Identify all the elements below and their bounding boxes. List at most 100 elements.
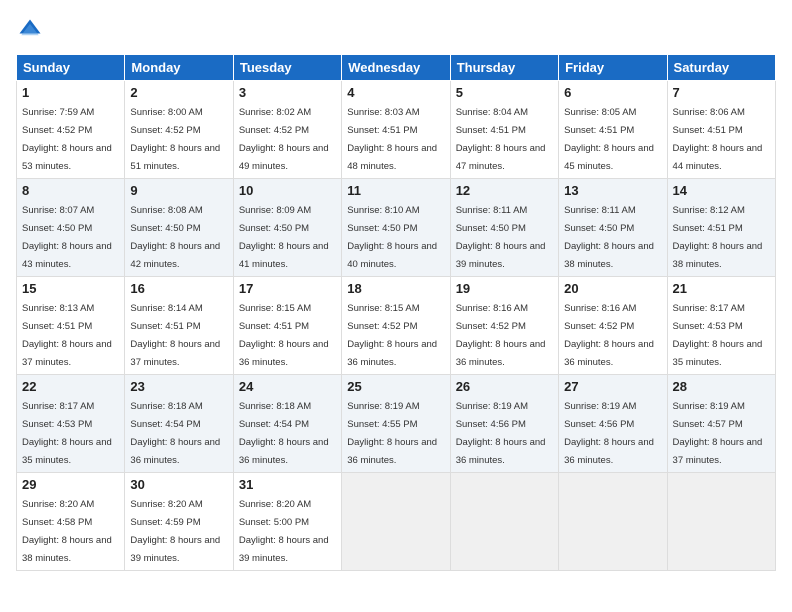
header-monday: Monday [125,55,233,81]
table-row [450,473,558,571]
day-number: 4 [347,85,444,100]
day-number: 14 [673,183,770,198]
header-tuesday: Tuesday [233,55,341,81]
table-row: 16 Sunrise: 8:14 AMSunset: 4:51 PMDaylig… [125,277,233,375]
table-row: 8 Sunrise: 8:07 AMSunset: 4:50 PMDayligh… [17,179,125,277]
header [16,16,776,44]
header-saturday: Saturday [667,55,775,81]
table-row: 21 Sunrise: 8:17 AMSunset: 4:53 PMDaylig… [667,277,775,375]
day-detail: Sunrise: 8:13 AMSunset: 4:51 PMDaylight:… [22,303,112,368]
logo [16,16,48,44]
table-row: 23 Sunrise: 8:18 AMSunset: 4:54 PMDaylig… [125,375,233,473]
table-row: 30 Sunrise: 8:20 AMSunset: 4:59 PMDaylig… [125,473,233,571]
table-row: 13 Sunrise: 8:11 AMSunset: 4:50 PMDaylig… [559,179,667,277]
day-number: 24 [239,379,336,394]
table-row: 10 Sunrise: 8:09 AMSunset: 4:50 PMDaylig… [233,179,341,277]
day-number: 27 [564,379,661,394]
day-number: 10 [239,183,336,198]
day-number: 19 [456,281,553,296]
table-row: 4 Sunrise: 8:03 AMSunset: 4:51 PMDayligh… [342,81,450,179]
day-detail: Sunrise: 8:08 AMSunset: 4:50 PMDaylight:… [130,205,220,270]
day-detail: Sunrise: 8:19 AMSunset: 4:55 PMDaylight:… [347,401,437,466]
day-number: 12 [456,183,553,198]
day-number: 17 [239,281,336,296]
day-detail: Sunrise: 8:19 AMSunset: 4:57 PMDaylight:… [673,401,763,466]
table-row: 20 Sunrise: 8:16 AMSunset: 4:52 PMDaylig… [559,277,667,375]
day-detail: Sunrise: 8:20 AMSunset: 4:58 PMDaylight:… [22,499,112,564]
day-number: 3 [239,85,336,100]
calendar-table: Sunday Monday Tuesday Wednesday Thursday… [16,54,776,571]
day-detail: Sunrise: 8:06 AMSunset: 4:51 PMDaylight:… [673,107,763,172]
day-number: 6 [564,85,661,100]
table-row: 5 Sunrise: 8:04 AMSunset: 4:51 PMDayligh… [450,81,558,179]
day-detail: Sunrise: 8:02 AMSunset: 4:52 PMDaylight:… [239,107,329,172]
day-detail: Sunrise: 8:20 AMSunset: 5:00 PMDaylight:… [239,499,329,564]
header-wednesday: Wednesday [342,55,450,81]
day-number: 23 [130,379,227,394]
day-detail: Sunrise: 8:11 AMSunset: 4:50 PMDaylight:… [456,205,546,270]
day-number: 18 [347,281,444,296]
day-number: 21 [673,281,770,296]
day-number: 8 [22,183,119,198]
day-number: 9 [130,183,227,198]
day-detail: Sunrise: 8:14 AMSunset: 4:51 PMDaylight:… [130,303,220,368]
day-number: 28 [673,379,770,394]
day-detail: Sunrise: 8:19 AMSunset: 4:56 PMDaylight:… [456,401,546,466]
day-detail: Sunrise: 8:20 AMSunset: 4:59 PMDaylight:… [130,499,220,564]
day-number: 5 [456,85,553,100]
day-number: 22 [22,379,119,394]
day-detail: Sunrise: 8:19 AMSunset: 4:56 PMDaylight:… [564,401,654,466]
table-row: 15 Sunrise: 8:13 AMSunset: 4:51 PMDaylig… [17,277,125,375]
day-number: 30 [130,477,227,492]
day-detail: Sunrise: 8:00 AMSunset: 4:52 PMDaylight:… [130,107,220,172]
day-number: 7 [673,85,770,100]
day-number: 1 [22,85,119,100]
day-detail: Sunrise: 8:17 AMSunset: 4:53 PMDaylight:… [22,401,112,466]
table-row: 24 Sunrise: 8:18 AMSunset: 4:54 PMDaylig… [233,375,341,473]
day-detail: Sunrise: 8:17 AMSunset: 4:53 PMDaylight:… [673,303,763,368]
day-number: 2 [130,85,227,100]
table-row: 3 Sunrise: 8:02 AMSunset: 4:52 PMDayligh… [233,81,341,179]
table-row: 1 Sunrise: 7:59 AMSunset: 4:52 PMDayligh… [17,81,125,179]
day-number: 15 [22,281,119,296]
day-detail: Sunrise: 8:07 AMSunset: 4:50 PMDaylight:… [22,205,112,270]
day-number: 31 [239,477,336,492]
table-row: 25 Sunrise: 8:19 AMSunset: 4:55 PMDaylig… [342,375,450,473]
table-row: 9 Sunrise: 8:08 AMSunset: 4:50 PMDayligh… [125,179,233,277]
table-row: 31 Sunrise: 8:20 AMSunset: 5:00 PMDaylig… [233,473,341,571]
day-number: 29 [22,477,119,492]
table-row: 27 Sunrise: 8:19 AMSunset: 4:56 PMDaylig… [559,375,667,473]
header-sunday: Sunday [17,55,125,81]
table-row: 22 Sunrise: 8:17 AMSunset: 4:53 PMDaylig… [17,375,125,473]
day-number: 20 [564,281,661,296]
day-number: 11 [347,183,444,198]
day-detail: Sunrise: 8:03 AMSunset: 4:51 PMDaylight:… [347,107,437,172]
day-detail: Sunrise: 8:09 AMSunset: 4:50 PMDaylight:… [239,205,329,270]
table-row [667,473,775,571]
day-detail: Sunrise: 8:15 AMSunset: 4:51 PMDaylight:… [239,303,329,368]
table-row: 7 Sunrise: 8:06 AMSunset: 4:51 PMDayligh… [667,81,775,179]
table-row: 28 Sunrise: 8:19 AMSunset: 4:57 PMDaylig… [667,375,775,473]
day-detail: Sunrise: 8:11 AMSunset: 4:50 PMDaylight:… [564,205,654,270]
day-number: 25 [347,379,444,394]
day-number: 26 [456,379,553,394]
day-number: 16 [130,281,227,296]
logo-icon [16,16,44,44]
table-row: 18 Sunrise: 8:15 AMSunset: 4:52 PMDaylig… [342,277,450,375]
day-detail: Sunrise: 8:10 AMSunset: 4:50 PMDaylight:… [347,205,437,270]
table-row: 17 Sunrise: 8:15 AMSunset: 4:51 PMDaylig… [233,277,341,375]
table-row: 6 Sunrise: 8:05 AMSunset: 4:51 PMDayligh… [559,81,667,179]
table-row [559,473,667,571]
table-row: 12 Sunrise: 8:11 AMSunset: 4:50 PMDaylig… [450,179,558,277]
day-number: 13 [564,183,661,198]
day-detail: Sunrise: 8:18 AMSunset: 4:54 PMDaylight:… [130,401,220,466]
day-detail: Sunrise: 8:15 AMSunset: 4:52 PMDaylight:… [347,303,437,368]
day-detail: Sunrise: 8:16 AMSunset: 4:52 PMDaylight:… [564,303,654,368]
header-thursday: Thursday [450,55,558,81]
table-row: 29 Sunrise: 8:20 AMSunset: 4:58 PMDaylig… [17,473,125,571]
day-detail: Sunrise: 8:05 AMSunset: 4:51 PMDaylight:… [564,107,654,172]
table-row: 26 Sunrise: 8:19 AMSunset: 4:56 PMDaylig… [450,375,558,473]
table-row: 19 Sunrise: 8:16 AMSunset: 4:52 PMDaylig… [450,277,558,375]
day-detail: Sunrise: 7:59 AMSunset: 4:52 PMDaylight:… [22,107,112,172]
table-row: 14 Sunrise: 8:12 AMSunset: 4:51 PMDaylig… [667,179,775,277]
